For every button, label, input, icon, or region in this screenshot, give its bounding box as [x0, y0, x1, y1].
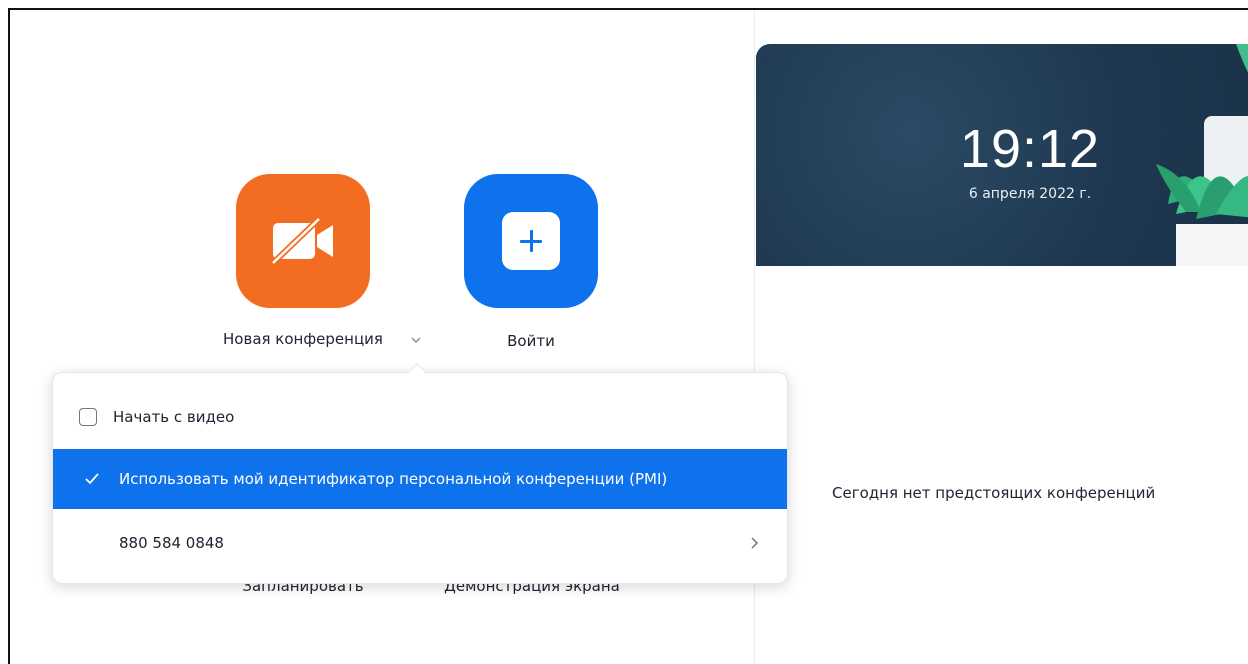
no-upcoming-meetings-text: Сегодня нет предстоящих конференций — [832, 484, 1156, 502]
video-off-icon — [268, 215, 333, 267]
start-with-video-label: Начать с видео — [113, 408, 235, 426]
new-meeting-dropdown: Начать с видео Использовать мой идентифи… — [52, 363, 788, 584]
pmi-number-option[interactable]: 880 584 0848 — [53, 521, 787, 565]
chevron-right-icon — [751, 537, 759, 549]
clock-date: 6 апреля 2022 г. — [968, 186, 1092, 202]
new-meeting-label: Новая конференция — [223, 330, 383, 348]
dropdown-caret — [407, 363, 427, 383]
start-with-video-checkbox[interactable] — [79, 408, 97, 426]
use-pmi-option[interactable]: Использовать мой идентификатор персональ… — [53, 449, 787, 509]
pmi-number: 880 584 0848 — [119, 534, 224, 552]
use-pmi-label: Использовать мой идентификатор персональ… — [119, 470, 668, 488]
join-label: Войти — [507, 332, 555, 350]
new-meeting-button[interactable] — [236, 174, 370, 308]
zoom-home-window: Новая конференция Войти Запланировать Де… — [8, 8, 1248, 664]
join-button[interactable] — [464, 174, 598, 308]
start-with-video-option[interactable]: Начать с видео — [53, 395, 787, 439]
plus-icon — [502, 212, 560, 270]
checkmark-icon — [85, 473, 99, 485]
clock-time: 19:12 — [959, 119, 1101, 179]
clock-banner: 19:12 6 апреля 2022 г. — [756, 44, 1248, 266]
plant-illustration — [1156, 44, 1248, 266]
chevron-down-icon[interactable] — [408, 332, 424, 348]
